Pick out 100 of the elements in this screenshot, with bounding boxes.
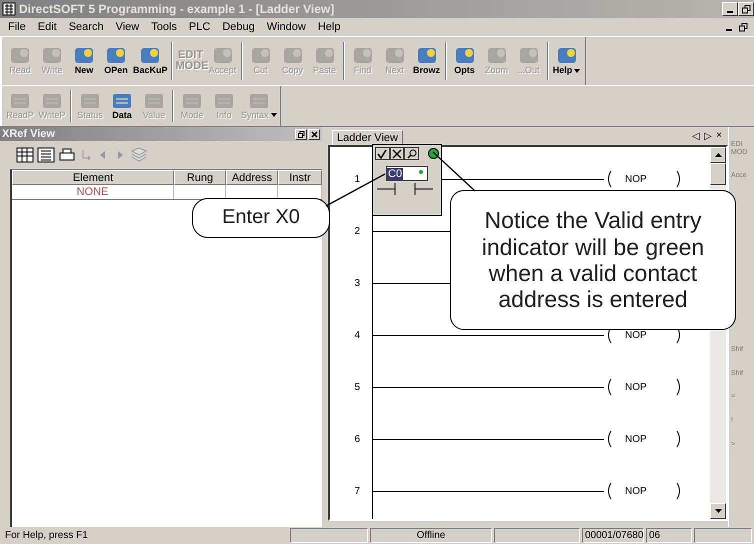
image-icon bbox=[518, 47, 539, 64]
toolbar-button[interactable]: Data bbox=[106, 92, 138, 120]
toolbar-button[interactable]: New bbox=[68, 47, 100, 75]
ladder-view-tab[interactable]: Ladder View bbox=[332, 130, 403, 145]
menu-item[interactable]: Help bbox=[312, 21, 346, 33]
coil-left-icon bbox=[606, 378, 612, 396]
tab-nav-button[interactable]: ◁ bbox=[692, 130, 700, 142]
rung-number: 3 bbox=[353, 278, 360, 288]
tab-nav-button[interactable]: × bbox=[716, 130, 722, 142]
image-icon bbox=[250, 47, 271, 64]
browse-button[interactable] bbox=[404, 147, 420, 160]
column-header[interactable]: Address bbox=[226, 170, 278, 185]
image-icon bbox=[556, 47, 577, 64]
toolbar-button[interactable]: BacKuP bbox=[132, 47, 169, 75]
coil-instruction: NOP bbox=[625, 174, 647, 184]
caret-icon[interactable] bbox=[574, 68, 580, 72]
coil-left-icon bbox=[606, 170, 612, 188]
cancel-button[interactable] bbox=[390, 147, 404, 160]
print-icon[interactable] bbox=[58, 147, 76, 163]
image-icon bbox=[140, 47, 160, 64]
image-icon bbox=[352, 47, 373, 64]
status-pane: Offline bbox=[370, 528, 492, 543]
list-view-icon[interactable] bbox=[37, 147, 55, 163]
document-icon bbox=[42, 92, 62, 108]
menu-item[interactable]: View bbox=[110, 21, 146, 33]
image-icon bbox=[384, 47, 405, 64]
column-header[interactable]: Instr bbox=[278, 170, 322, 185]
panel-title: XRef View bbox=[2, 128, 56, 140]
address-input-field[interactable]: C0 bbox=[386, 166, 428, 181]
image-icon bbox=[42, 47, 62, 64]
up-arrow-icon bbox=[714, 153, 722, 157]
scroll-down-button[interactable] bbox=[710, 503, 726, 519]
rung-number: 2 bbox=[353, 226, 360, 236]
status-pane: 06 bbox=[646, 528, 692, 543]
contact-symbol-icon bbox=[377, 182, 433, 196]
callout-tooltip: Enter X0 bbox=[192, 198, 330, 238]
coil-right-icon bbox=[676, 430, 682, 448]
close-icon bbox=[310, 130, 318, 138]
app-icon bbox=[2, 2, 16, 16]
menu-item[interactable]: Edit bbox=[32, 21, 63, 33]
document-icon bbox=[10, 92, 30, 108]
rung-number: 5 bbox=[353, 382, 360, 392]
search-icon bbox=[406, 148, 417, 158]
image-icon bbox=[282, 47, 303, 64]
menu-item[interactable]: Window bbox=[260, 21, 312, 33]
image-icon bbox=[10, 47, 30, 64]
menu-item[interactable]: Tools bbox=[145, 21, 183, 33]
coil-instruction: NOP bbox=[625, 434, 647, 444]
coil-right-icon bbox=[676, 378, 682, 396]
column-header[interactable]: Rung bbox=[174, 170, 226, 185]
toolbar-button[interactable]: Browz bbox=[410, 47, 443, 75]
menu-item[interactable]: Search bbox=[62, 21, 110, 33]
coil-instruction: NOP bbox=[625, 382, 647, 392]
rung-number: 1 bbox=[353, 174, 360, 184]
toolbar-button[interactable]: OPen bbox=[100, 47, 132, 75]
menu-item[interactable]: Debug bbox=[216, 21, 261, 33]
status-pane: 00001/07680 bbox=[582, 528, 644, 543]
column-header[interactable]: Element bbox=[12, 170, 174, 185]
document-icon bbox=[248, 92, 269, 108]
check-icon bbox=[377, 148, 388, 158]
restore-icon bbox=[298, 130, 304, 138]
minimize-button[interactable] bbox=[722, 2, 738, 16]
document-icon bbox=[214, 92, 234, 108]
coil-left-icon bbox=[606, 430, 612, 448]
image-icon bbox=[106, 47, 126, 64]
grid-view-icon[interactable] bbox=[16, 147, 34, 163]
window-title: DirectSOFT 5 Programming - example 1 - [Ladder View] bbox=[19, 2, 336, 16]
caret-icon[interactable] bbox=[270, 113, 277, 117]
coil-right-icon bbox=[676, 170, 682, 188]
coil-left-icon bbox=[606, 482, 612, 500]
rung-number: 6 bbox=[353, 434, 360, 444]
image-icon bbox=[212, 47, 233, 64]
status-text: For Help, press F1 bbox=[4, 529, 89, 543]
restore-button[interactable] bbox=[295, 128, 307, 140]
image-icon bbox=[314, 47, 335, 64]
document-icon bbox=[80, 92, 100, 108]
tab-nav-button[interactable]: ▷ bbox=[704, 130, 712, 142]
restore-button[interactable] bbox=[738, 2, 754, 16]
menu-item[interactable]: File bbox=[2, 21, 32, 33]
table-cell: NONE bbox=[76, 186, 108, 198]
callout-tooltip: Notice the Valid entry indicator will be green when a valid contact address is entered bbox=[450, 190, 736, 330]
rung-number: 7 bbox=[353, 486, 360, 496]
coil-instruction: NOP bbox=[625, 486, 647, 496]
down-arrow-icon bbox=[714, 509, 722, 513]
close-button[interactable] bbox=[308, 128, 320, 140]
image-icon bbox=[486, 47, 507, 64]
scroll-up-button[interactable] bbox=[710, 147, 726, 163]
image-icon bbox=[454, 47, 475, 64]
document-icon bbox=[144, 92, 164, 108]
cross-icon bbox=[392, 148, 402, 158]
status-pane bbox=[694, 528, 752, 543]
scroll-thumb[interactable] bbox=[710, 163, 726, 185]
document-icon bbox=[182, 92, 202, 108]
accept-button[interactable] bbox=[375, 147, 390, 160]
toolbar-button[interactable]: Opts bbox=[448, 47, 481, 75]
coil-right-icon bbox=[676, 482, 682, 500]
image-icon bbox=[416, 47, 437, 64]
menu-item[interactable]: PLC bbox=[182, 21, 216, 33]
toolbar-button[interactable]: Help bbox=[550, 47, 583, 75]
coil-instruction: NOP bbox=[625, 330, 647, 340]
